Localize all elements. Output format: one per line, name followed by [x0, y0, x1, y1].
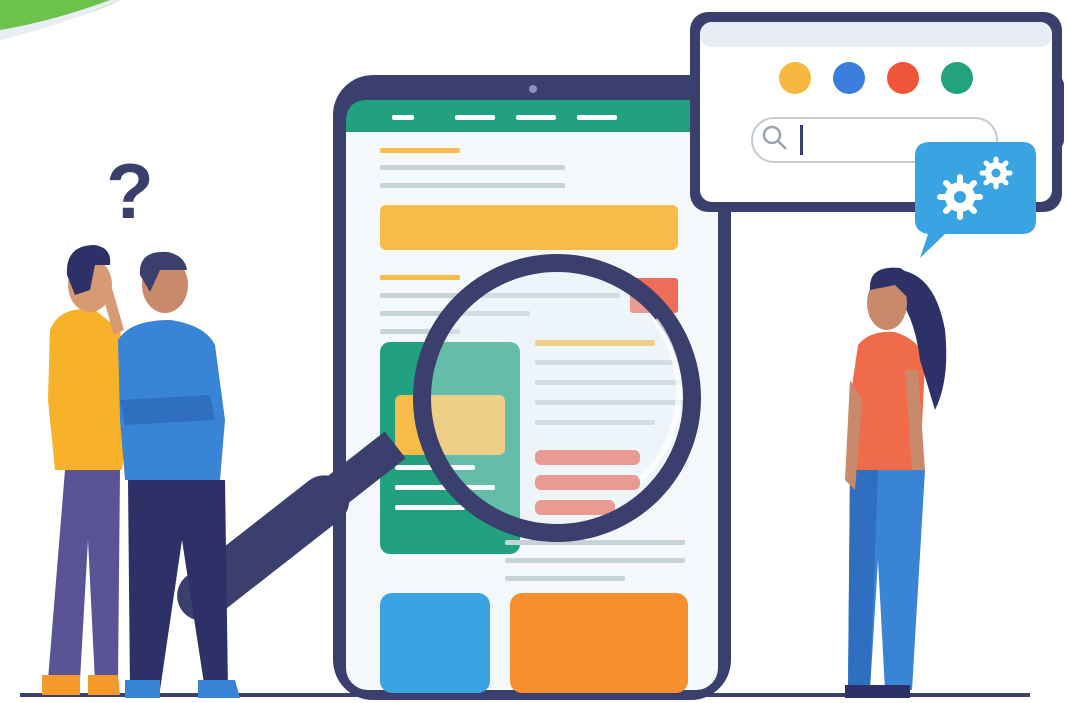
tablet-camera-icon	[529, 85, 537, 93]
search-input[interactable]	[752, 118, 997, 162]
tablet-banner-block	[380, 205, 678, 250]
person-woman-orange-shirt	[845, 267, 947, 698]
tablet-blue-block	[380, 593, 490, 693]
browser-dot-red	[887, 62, 919, 94]
browser-dot-green	[941, 62, 973, 94]
question-mark-icon: ?	[106, 147, 154, 235]
browser-dot-blue	[833, 62, 865, 94]
tablet-orange-block	[510, 593, 688, 693]
text-cursor	[800, 125, 803, 155]
illustration-scene: ?	[0, 0, 1064, 700]
person-thinking-yellow-shirt	[42, 245, 138, 695]
person-arms-crossed-blue-shirt	[118, 251, 240, 698]
browser-dot-yellow	[779, 62, 811, 94]
